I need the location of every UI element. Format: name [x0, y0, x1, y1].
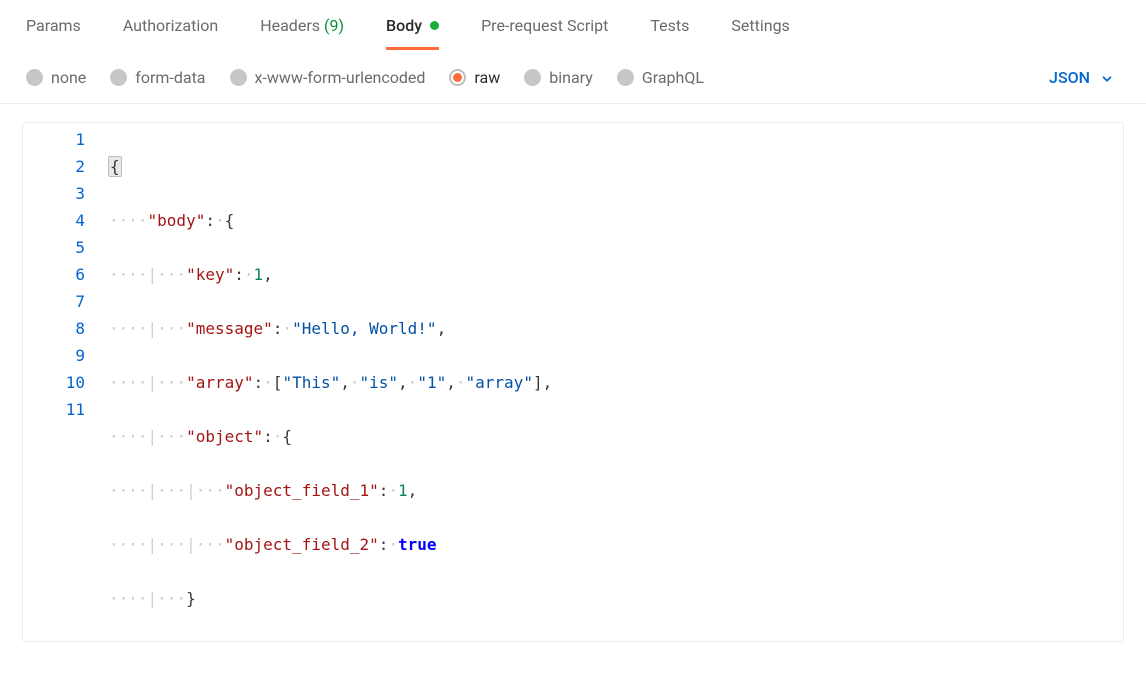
- line-number: 5: [23, 234, 85, 261]
- tab-body[interactable]: Body: [386, 16, 439, 50]
- radio-icon: [524, 69, 541, 86]
- tab-authorization[interactable]: Authorization: [123, 16, 218, 50]
- body-type-binary[interactable]: binary: [524, 68, 593, 87]
- body-type-none[interactable]: none: [26, 68, 86, 87]
- radio-icon: [617, 69, 634, 86]
- body-type-selector: none form-data x-www-form-urlencoded raw…: [0, 50, 1146, 104]
- body-type-graphql[interactable]: GraphQL: [617, 68, 704, 87]
- line-number: 1: [23, 126, 85, 153]
- tab-tests[interactable]: Tests: [650, 16, 689, 50]
- raw-format-label: JSON: [1049, 68, 1090, 87]
- line-number: 3: [23, 180, 85, 207]
- radio-icon: [230, 69, 247, 86]
- line-number: 2: [23, 153, 85, 180]
- request-tabs: Params Authorization Headers (9) Body Pr…: [0, 0, 1146, 50]
- radio-icon: [110, 69, 127, 86]
- radio-icon: [26, 69, 43, 86]
- chevron-down-icon: [1100, 71, 1114, 85]
- tab-headers[interactable]: Headers (9): [260, 16, 344, 50]
- tab-pre-request-script[interactable]: Pre-request Script: [481, 16, 608, 50]
- line-number: 7: [23, 288, 85, 315]
- body-changed-indicator-icon: [430, 21, 439, 30]
- tab-settings[interactable]: Settings: [731, 16, 789, 50]
- body-type-raw[interactable]: raw: [449, 68, 500, 87]
- line-number: 4: [23, 207, 85, 234]
- raw-format-select[interactable]: JSON: [1049, 68, 1120, 87]
- tab-params[interactable]: Params: [26, 16, 81, 50]
- line-number: 10: [23, 369, 85, 396]
- line-number: 6: [23, 261, 85, 288]
- line-number: 9: [23, 342, 85, 369]
- body-type-x-www-form-urlencoded[interactable]: x-www-form-urlencoded: [230, 68, 426, 87]
- radio-icon: [449, 69, 466, 86]
- line-number-gutter: 1 2 3 4 5 6 7 8 9 10 11: [23, 123, 103, 641]
- body-editor[interactable]: 1 2 3 4 5 6 7 8 9 10 11 { ····"body":·{ …: [22, 122, 1124, 642]
- headers-count: (9): [324, 16, 344, 35]
- line-number: 8: [23, 315, 85, 342]
- body-type-form-data[interactable]: form-data: [110, 68, 205, 87]
- line-number: 11: [23, 396, 85, 423]
- code-area[interactable]: { ····"body":·{ ····|···"key":·1, ····|·…: [103, 123, 1123, 641]
